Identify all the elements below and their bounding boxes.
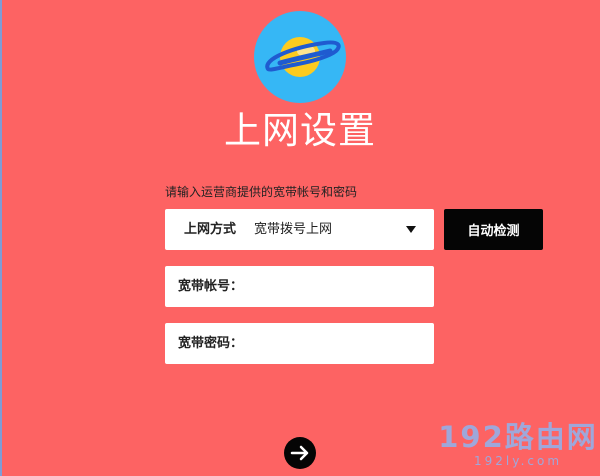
connection-method-value[interactable]: 宽带拨号上网 bbox=[254, 209, 332, 250]
watermark: 192路由网 192ly.com bbox=[438, 420, 598, 468]
account-label: 宽带帐号： bbox=[178, 279, 244, 294]
watermark-sub: 192ly.com bbox=[473, 454, 563, 468]
password-label: 宽带密码： bbox=[178, 336, 244, 351]
connection-method-label: 上网方式 bbox=[184, 222, 237, 237]
account-input[interactable] bbox=[245, 272, 424, 302]
password-input[interactable] bbox=[245, 329, 424, 359]
instruction-text: 请输入运营商提供的宽带帐号和密码 bbox=[165, 185, 358, 199]
watermark-main: 192路由网 bbox=[438, 420, 598, 454]
left-edge-line bbox=[0, 0, 2, 476]
connection-method-select[interactable]: 上网方式 宽带拨号上网 bbox=[165, 209, 434, 250]
password-field-box: 宽带密码： bbox=[165, 323, 434, 364]
account-field-box: 宽带帐号： bbox=[165, 266, 434, 307]
planet-icon bbox=[254, 11, 346, 103]
page-title: 上网设置 bbox=[224, 109, 376, 152]
auto-detect-button[interactable]: 自动检测 bbox=[444, 209, 543, 250]
caret-down-icon[interactable] bbox=[406, 226, 416, 233]
arrow-right-icon bbox=[290, 445, 309, 461]
next-button[interactable] bbox=[284, 437, 316, 469]
